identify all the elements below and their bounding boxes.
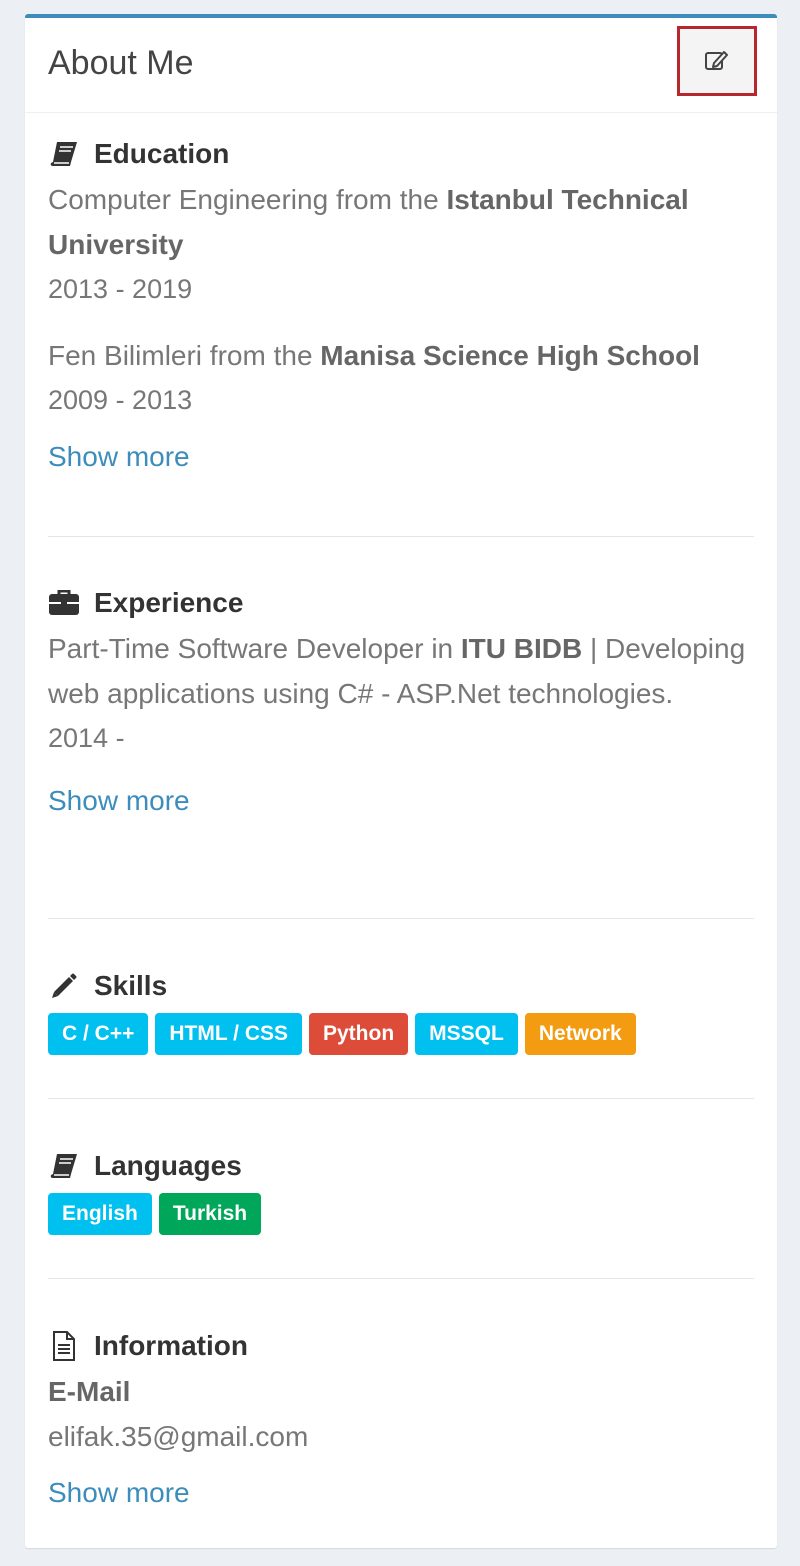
experience-show-more-link[interactable]: Show more [48,785,190,817]
card-header: About Me [25,18,777,113]
divider [48,1278,754,1279]
education-entry-2: Fen Bilimleri from the Manisa Science Hi… [48,333,754,378]
skills-labels: C / C++ HTML / CSS Python MSSQL Network [48,1013,754,1055]
language-label: English [48,1193,152,1235]
email-label: E-Mail [48,1376,131,1407]
languages-heading: Languages [48,1149,754,1183]
education-entry-1-years: 2013 - 2019 [48,274,193,304]
divider [48,1098,754,1099]
book-icon [48,139,80,169]
language-labels: English Turkish [48,1193,754,1235]
language-label: Turkish [158,1193,262,1235]
experience-title: Experience [94,587,244,618]
information-section: Information E-Mail elifak.35@gmail.com S… [48,1329,754,1509]
education-heading: Education [48,137,754,171]
edit-icon [705,51,728,70]
experience-years: 2014 - [48,723,125,753]
skills-title: Skills [94,970,168,1001]
experience-heading: Experience [48,586,754,620]
languages-title: Languages [94,1150,242,1181]
skill-label: C / C++ [48,1013,149,1055]
email-value: elifak.35@gmail.com [48,1421,309,1452]
education-entry-1-prefix: Computer Engineering from the [48,184,447,215]
experience-description: Part-Time Software Developer in ITU BIDB… [48,626,754,716]
pencil-icon [48,971,80,1001]
skills-heading: Skills [48,969,754,1003]
information-show-more-link[interactable]: Show more [48,1477,190,1509]
education-entry-2-years: 2009 - 2013 [48,385,193,415]
education-section: Education Computer Engineering from the … [48,137,754,473]
edit-button[interactable] [677,26,757,96]
experience-section: Experience Part-Time Software Developer … [48,586,754,817]
education-entry-1: Computer Engineering from the Istanbul T… [48,177,754,267]
education-show-more-link[interactable]: Show more [48,441,190,473]
experience-org: ITU BIDB [460,633,583,664]
divider [48,536,754,537]
about-me-card: About Me Education Computer Engineering … [25,14,777,1548]
experience-prefix: Part-Time Software Developer in [48,633,461,664]
card-title: About Me [48,44,194,82]
education-title: Education [94,138,230,169]
book-icon [48,1151,80,1181]
information-title: Information [94,1330,248,1361]
education-entry-2-prefix: Fen Bilimleri from the [48,340,321,371]
file-text-icon [48,1331,80,1361]
skill-label: HTML / CSS [155,1013,302,1055]
skills-section: Skills C / C++ HTML / CSS Python MSSQL N… [48,969,754,1055]
skill-label: MSSQL [415,1013,518,1055]
languages-section: Languages English Turkish [48,1149,754,1235]
education-entry-2-school: Manisa Science High School [320,340,700,371]
skill-label: Network [524,1013,636,1055]
divider [48,918,754,919]
information-heading: Information [48,1329,754,1363]
skill-label: Python [309,1013,409,1055]
briefcase-icon [48,588,80,618]
